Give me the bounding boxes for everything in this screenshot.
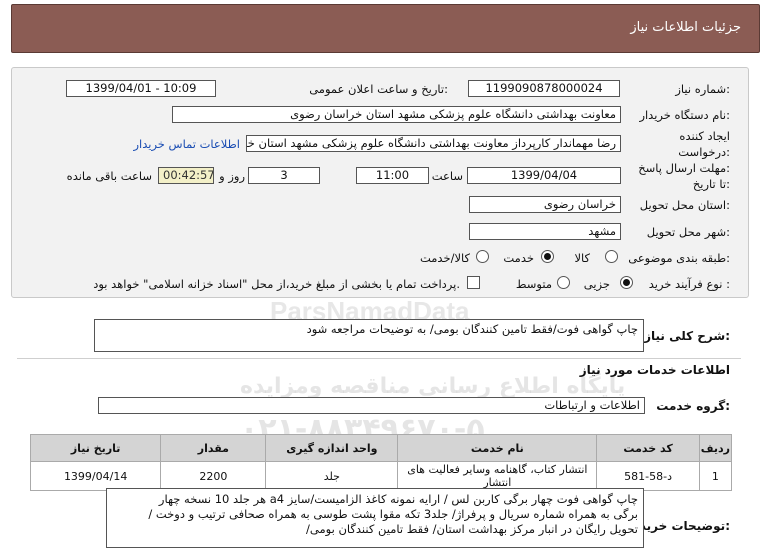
- category-radio-goods-service[interactable]: [476, 250, 489, 263]
- deadline-label-line2: تا تاریخ:: [692, 177, 730, 191]
- requester-label-line2: درخواست:: [678, 145, 730, 159]
- col-need-date: تاریخ نیاز: [29, 434, 162, 462]
- watermark-line2: پایگاه اطلاع رسانی مناقصه ومزایده: [240, 374, 626, 399]
- category-radio-service[interactable]: [541, 250, 554, 263]
- services-table: ردیف کد خدمت نام خدمت واحد اندازه گیری م…: [29, 434, 733, 491]
- need-number-field: 1199090878000024: [468, 80, 620, 97]
- cell-row-number: 1: [698, 461, 733, 491]
- buyer-org-field: معاونت بهداشتی دانشگاه علوم پزشکی مشهد ا…: [172, 106, 621, 123]
- category-option-goods: کالا: [574, 251, 590, 265]
- purchase-radio-medium[interactable]: [557, 276, 570, 289]
- cell-service-name: انتشار کتاب، گاهنامه وسایر فعالیت های ان…: [397, 461, 598, 491]
- cell-unit: جلد: [265, 461, 399, 491]
- remaining-time-label: ساعت باقی مانده: [66, 169, 152, 183]
- province-label: استان محل تحویل:: [639, 198, 730, 212]
- buyer-contact-link[interactable]: اطلاعات تماس خریدار: [133, 137, 240, 151]
- cell-quantity: 2200: [160, 461, 267, 491]
- announce-date-label: تاریخ و ساعت اعلان عمومی:: [309, 82, 448, 96]
- col-row-number: ردیف: [698, 434, 733, 462]
- page-title: جزئیات اطلاعات نیاز: [630, 20, 741, 35]
- service-group-label: گروه خدمت:: [656, 399, 730, 413]
- table-header-row: ردیف کد خدمت نام خدمت واحد اندازه گیری م…: [29, 434, 733, 462]
- need-number-label: شماره نیاز:: [675, 82, 730, 96]
- summary-field: چاپ گواهی فوت/فقط تامین کنندگان بومی/ به…: [94, 319, 644, 352]
- col-service-code: کد خدمت: [596, 434, 700, 462]
- deadline-date-field: 1399/04/04: [467, 167, 621, 184]
- buyer-notes-line-3: تحویل رایگان در انبار مرکز بهداشت استان/…: [306, 522, 638, 536]
- section-divider: [17, 358, 741, 359]
- category-label: طبقه بندی موضوعی:: [628, 251, 730, 265]
- purchase-option-medium: متوسط: [515, 277, 552, 291]
- time-label: ساعت: [431, 169, 463, 183]
- service-group-field: اطلاعات و ارتباطات: [98, 397, 645, 414]
- cell-need-date: 1399/04/14: [29, 461, 162, 491]
- purchase-option-minor: جزیی: [583, 277, 610, 291]
- cell-service-code: د-58-581: [596, 461, 700, 491]
- purchase-radio-minor[interactable]: [620, 276, 633, 289]
- requester-field: رضا مهماندار کارپرداز معاونت بهداشتی دان…: [246, 135, 621, 152]
- announce-date-field: 1399/04/01 - 10:09: [66, 80, 216, 97]
- purchase-type-label: نوع فرآیند خرید :: [648, 277, 730, 291]
- requester-label-line1: ایجاد کننده: [679, 129, 730, 143]
- category-radio-goods[interactable]: [605, 250, 618, 263]
- table-row: 1 د-58-581 انتشار کتاب، گاهنامه وسایر فع…: [29, 461, 733, 491]
- col-service-name: نام خدمت: [397, 434, 598, 462]
- col-unit: واحد اندازه گیری: [265, 434, 399, 462]
- days-remaining-field: 3: [248, 167, 320, 184]
- col-quantity: مقدار: [160, 434, 267, 462]
- city-label: شهر محل تحویل:: [646, 225, 730, 239]
- summary-label: شرح کلی نیاز:: [644, 329, 730, 343]
- category-option-goods-service: کالا/خدمت: [419, 251, 470, 265]
- buyer-notes-field: چاپ گواهی فوت چهار برگی کاربن لس / ارایه…: [106, 488, 644, 548]
- remaining-time-field: 00:42:57: [158, 167, 214, 184]
- days-label: روز و: [219, 169, 245, 183]
- buyer-notes-line-1: چاپ گواهی فوت چهار برگی کاربن لس / ارایه…: [158, 492, 638, 506]
- treasury-payment-checkbox[interactable]: [467, 276, 480, 289]
- deadline-time-field: 11:00: [356, 167, 429, 184]
- services-section-title: اطلاعات خدمات مورد نیاز: [579, 363, 730, 377]
- page-header: جزئیات اطلاعات نیاز: [11, 4, 760, 53]
- city-field: مشهد: [469, 223, 621, 240]
- buyer-org-label: نام دستگاه خریدار:: [639, 108, 730, 122]
- deadline-label-line1: مهلت ارسال پاسخ:: [638, 161, 730, 175]
- province-field: خراسان رضوی: [469, 196, 621, 213]
- buyer-notes-line-2: برگی به همراه شماره سریال و پرفراژ/ جلد3…: [148, 507, 638, 521]
- category-option-service: خدمت: [503, 251, 534, 265]
- treasury-payment-note: پرداخت تمام یا بخشی از مبلغ خرید،از محل …: [93, 277, 460, 291]
